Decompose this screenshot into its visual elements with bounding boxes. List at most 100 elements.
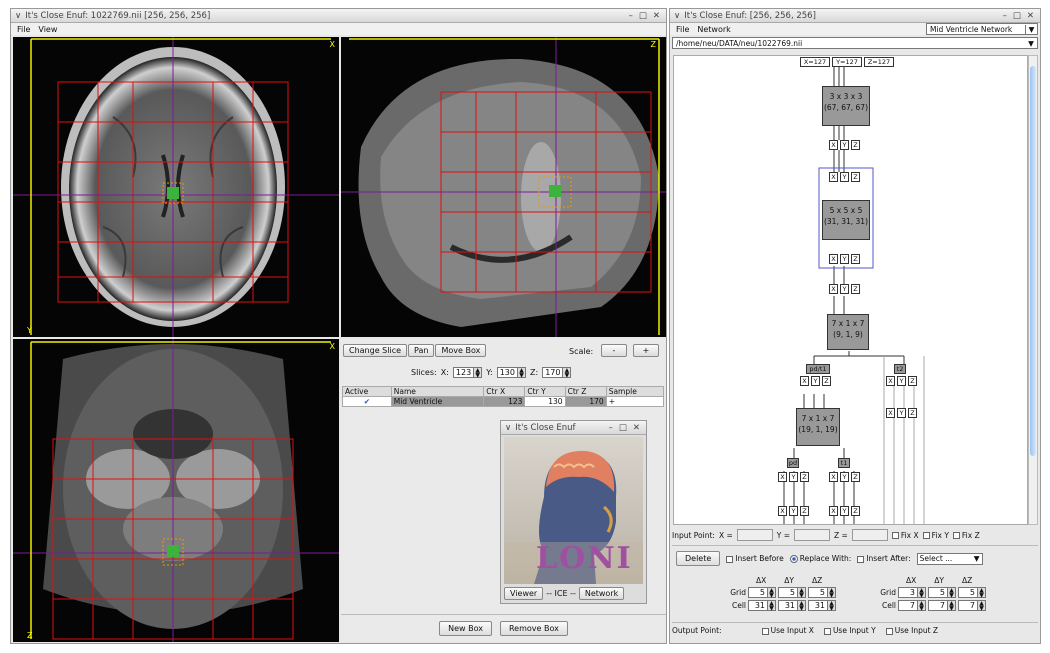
pan-button[interactable]: Pan bbox=[408, 344, 435, 357]
port-x[interactable]: X bbox=[800, 376, 809, 386]
spinner-arrows-icon[interactable]: ▲ ▼ bbox=[947, 588, 955, 599]
network-titlebar[interactable]: ∨ It's Close Enuf: [256, 256, 256] – □ ✕ bbox=[670, 9, 1040, 23]
use-input-z-checkbox[interactable]: Use Input Z bbox=[885, 626, 938, 635]
port-x[interactable]: X bbox=[778, 472, 787, 482]
menu-file[interactable]: File bbox=[17, 25, 30, 34]
col-ctr-y[interactable]: Ctr Y bbox=[524, 386, 566, 397]
grid-dx-spinner[interactable]: 3 ▲ ▼ bbox=[898, 587, 926, 599]
branch-tag-pd-t1[interactable]: pd/t1 bbox=[806, 364, 830, 374]
grid-dz-spinner[interactable]: 5 ▲ ▼ bbox=[958, 587, 986, 599]
port-z[interactable]: Z bbox=[851, 284, 860, 294]
cell-dy-spinner[interactable]: 7 ▲ ▼ bbox=[928, 600, 956, 612]
minimize-icon[interactable]: – bbox=[609, 423, 613, 433]
input-x-field[interactable] bbox=[736, 529, 773, 541]
cell-dz-spinner[interactable]: 7 ▲ ▼ bbox=[958, 600, 986, 612]
row-name[interactable]: Mid Ventricle bbox=[390, 396, 485, 407]
menu-view[interactable]: View bbox=[38, 25, 57, 34]
spinner-arrows-icon[interactable]: ▲ ▼ bbox=[827, 588, 835, 599]
col-active[interactable]: Active bbox=[342, 386, 392, 397]
input-z-field[interactable] bbox=[851, 529, 888, 541]
spinner-arrows-icon[interactable]: ▲ ▼ bbox=[917, 601, 925, 612]
viewer-button[interactable]: Viewer bbox=[504, 587, 544, 600]
axial-view[interactable]: X Y bbox=[13, 37, 339, 337]
spinner-arrows-icon[interactable]: ▲ ▼ bbox=[827, 601, 835, 612]
port-z[interactable]: Z bbox=[851, 254, 860, 264]
row-ctr-z[interactable]: 170 bbox=[564, 396, 607, 407]
change-slice-button[interactable]: Change Slice bbox=[343, 344, 408, 357]
branch-tag-pd[interactable]: pd bbox=[787, 458, 799, 468]
window-menu-icon[interactable]: ∨ bbox=[15, 11, 21, 21]
port-z[interactable]: Z bbox=[800, 472, 809, 482]
spinner-arrows-icon[interactable]: ▲ ▼ bbox=[767, 601, 775, 612]
dropdown-arrow-icon[interactable]: ▼ bbox=[1025, 39, 1037, 48]
close-icon[interactable]: ✕ bbox=[1027, 11, 1034, 21]
port-x[interactable]: X bbox=[829, 506, 838, 516]
grid-dx-spinner[interactable]: 5 ▲ ▼ bbox=[748, 587, 776, 599]
branch-tag-t1[interactable]: t1 bbox=[838, 458, 850, 468]
dropdown-arrow-icon[interactable]: ▼ bbox=[1025, 24, 1037, 34]
about-titlebar[interactable]: ∨ It's Close Enuf – □ ✕ bbox=[501, 421, 646, 435]
spinner-arrows-icon[interactable]: ▲ ▼ bbox=[562, 368, 571, 379]
insert-after-checkbox[interactable]: Insert After: bbox=[857, 554, 911, 563]
fix-z-checkbox[interactable]: Fix Z bbox=[952, 531, 980, 540]
network-node-selected[interactable]: 5 x 5 x 5 (31, 31, 31) bbox=[822, 200, 870, 240]
insert-before-checkbox[interactable]: Insert Before bbox=[726, 554, 784, 563]
scrollbar-thumb[interactable] bbox=[1030, 66, 1036, 456]
port-x[interactable]: X bbox=[886, 376, 895, 386]
port-y[interactable]: Y bbox=[840, 172, 849, 182]
grid-dy-spinner[interactable]: 5 ▲ ▼ bbox=[778, 587, 806, 599]
col-ctr-z[interactable]: Ctr Z bbox=[564, 386, 607, 397]
viewer-titlebar[interactable]: ∨ It's Close Enuf: 1022769.nii [256, 256… bbox=[11, 9, 666, 23]
menu-network[interactable]: Network bbox=[697, 25, 730, 34]
move-box-button[interactable]: Move Box bbox=[435, 344, 487, 357]
port-z[interactable]: Z bbox=[851, 140, 860, 150]
col-name[interactable]: Name bbox=[390, 386, 485, 397]
col-ctr-x[interactable]: Ctr X bbox=[483, 386, 526, 397]
port-x[interactable]: X bbox=[778, 506, 787, 516]
active-checkbox[interactable]: ✔ bbox=[342, 396, 392, 407]
row-ctr-x[interactable]: 123 bbox=[483, 396, 526, 407]
minimize-icon[interactable]: – bbox=[1003, 11, 1007, 21]
port-x[interactable]: X bbox=[829, 284, 838, 294]
port-y[interactable]: Y bbox=[897, 408, 906, 418]
port-y[interactable]: Y bbox=[811, 376, 820, 386]
vertical-scrollbar[interactable] bbox=[1028, 55, 1038, 525]
port-z[interactable]: Z bbox=[851, 472, 860, 482]
replace-with-radio[interactable]: Replace With: bbox=[789, 554, 851, 563]
port-z[interactable]: Z bbox=[908, 376, 917, 386]
fix-y-checkbox[interactable]: Fix Y bbox=[922, 531, 949, 540]
maximize-icon[interactable]: □ bbox=[619, 423, 627, 433]
slice-x-spinner[interactable]: 123 ▲ ▼ bbox=[452, 367, 483, 379]
slice-z-spinner[interactable]: 170 ▲ ▼ bbox=[542, 367, 572, 379]
minimize-icon[interactable]: – bbox=[629, 11, 633, 21]
network-node[interactable]: 3 x 3 x 3 (67, 67, 67) bbox=[822, 86, 870, 126]
menu-file[interactable]: File bbox=[676, 25, 689, 34]
maximize-icon[interactable]: □ bbox=[1013, 11, 1021, 21]
cell-dy-spinner[interactable]: 31 ▲ ▼ bbox=[778, 600, 806, 612]
port-y[interactable]: Y bbox=[789, 506, 798, 516]
select-dropdown[interactable]: Select ... ▼ bbox=[916, 552, 983, 565]
port-z[interactable]: Z bbox=[800, 506, 809, 516]
remove-box-button[interactable]: Remove Box bbox=[499, 621, 568, 636]
row-sample[interactable]: + bbox=[605, 396, 665, 407]
spinner-arrows-icon[interactable]: ▲ ▼ bbox=[917, 588, 925, 599]
port-z[interactable]: Z bbox=[908, 408, 917, 418]
port-z[interactable]: Z bbox=[851, 506, 860, 516]
port-y[interactable]: Y bbox=[840, 254, 849, 264]
sagittal-view[interactable]: Z bbox=[341, 37, 666, 337]
spinner-arrows-icon[interactable]: ▲ ▼ bbox=[797, 601, 805, 612]
spinner-arrows-icon[interactable]: ▲ ▼ bbox=[947, 601, 955, 612]
use-input-x-checkbox[interactable]: Use Input X bbox=[761, 626, 814, 635]
spinner-arrows-icon[interactable]: ▲ ▼ bbox=[473, 368, 482, 379]
port-y[interactable]: Y bbox=[840, 284, 849, 294]
window-menu-icon[interactable]: ∨ bbox=[505, 423, 511, 433]
port-y[interactable]: Y bbox=[840, 472, 849, 482]
dropdown-arrow-icon[interactable]: ▼ bbox=[972, 554, 982, 563]
spinner-arrows-icon[interactable]: ▲ ▼ bbox=[797, 588, 805, 599]
delete-button[interactable]: Delete bbox=[676, 551, 721, 566]
port-y[interactable]: Y bbox=[897, 376, 906, 386]
network-button[interactable]: Network bbox=[578, 587, 625, 600]
new-box-button[interactable]: New Box bbox=[439, 621, 492, 636]
use-input-y-checkbox[interactable]: Use Input Y bbox=[823, 626, 876, 635]
port-x[interactable]: X bbox=[886, 408, 895, 418]
